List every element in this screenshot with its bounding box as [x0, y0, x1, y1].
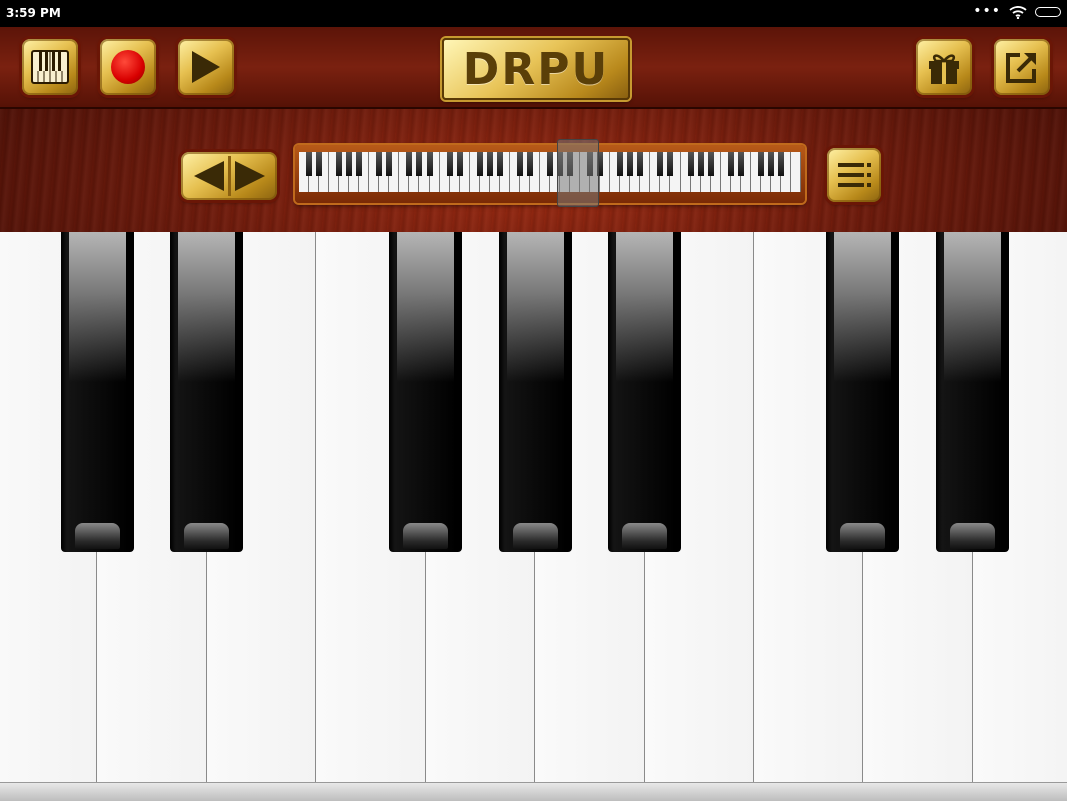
mini-black-key	[416, 152, 423, 176]
mini-black-key	[446, 152, 453, 176]
black-key[interactable]	[608, 232, 681, 552]
mini-black-key	[737, 152, 744, 176]
range-selector-handle[interactable]	[557, 139, 599, 207]
mini-black-key	[687, 152, 694, 176]
black-key[interactable]	[499, 232, 572, 552]
play-button[interactable]	[178, 39, 234, 95]
mini-black-key	[637, 152, 644, 176]
mini-black-key	[356, 152, 363, 176]
arrow-right-icon[interactable]	[231, 159, 271, 193]
battery-icon	[1035, 7, 1061, 17]
mini-black-key	[657, 152, 664, 176]
mini-black-key	[426, 152, 433, 176]
black-key[interactable]	[61, 232, 134, 552]
mini-black-key	[336, 152, 343, 176]
mini-black-key	[456, 152, 463, 176]
black-key[interactable]	[389, 232, 462, 552]
play-icon	[192, 51, 220, 83]
mini-black-key	[346, 152, 353, 176]
mini-black-key	[496, 152, 503, 176]
mini-black-key	[486, 152, 493, 176]
mini-black-key	[316, 152, 323, 176]
record-button[interactable]	[100, 39, 156, 95]
status-bar: 3:59 PM •••	[0, 0, 1067, 27]
arrow-left-icon[interactable]	[188, 159, 228, 193]
mini-black-key	[476, 152, 483, 176]
mini-black-key	[516, 152, 523, 176]
menu-button[interactable]	[827, 148, 881, 202]
top-toolbar: DRPU	[0, 27, 1067, 109]
mini-black-key	[667, 152, 674, 176]
black-key[interactable]	[826, 232, 899, 552]
mini-keyboard-keys	[299, 152, 801, 192]
black-key[interactable]	[936, 232, 1009, 552]
mini-black-key	[767, 152, 774, 176]
app-logo: DRPU	[442, 38, 630, 100]
mini-black-key	[757, 152, 764, 176]
mini-black-key	[777, 152, 784, 176]
more-dots-icon: •••	[973, 3, 1001, 19]
mini-black-key	[617, 152, 624, 176]
record-icon	[111, 50, 145, 84]
status-icons: •••	[973, 3, 1061, 19]
mini-black-key	[376, 152, 383, 176]
share-export-icon	[1006, 53, 1036, 83]
mini-black-key	[707, 152, 714, 176]
keyboard-select-icon	[31, 50, 69, 84]
mini-black-key	[727, 152, 734, 176]
control-panel: DRPU	[0, 27, 1067, 232]
mini-black-key	[386, 152, 393, 176]
mini-black-key	[697, 152, 704, 176]
keyboard-bottom-rail	[0, 782, 1067, 801]
keyboard-select-button[interactable]	[22, 39, 78, 95]
mini-black-key	[627, 152, 634, 176]
status-time: 3:59 PM	[6, 6, 61, 20]
mini-black-key	[406, 152, 413, 176]
menu-list-icon	[838, 163, 871, 187]
mini-keyboard-navigator[interactable]	[295, 139, 805, 207]
black-key[interactable]	[170, 232, 243, 552]
mini-black-key	[526, 152, 533, 176]
mini-black-key	[547, 152, 553, 176]
gift-button[interactable]	[916, 39, 972, 95]
wifi-icon	[1009, 6, 1027, 19]
gift-icon	[929, 54, 959, 84]
mini-black-key	[306, 152, 313, 176]
piano-keyboard	[0, 232, 1067, 801]
share-export-button[interactable]	[994, 39, 1050, 95]
octave-shift-buttons[interactable]	[181, 152, 277, 200]
mini-white-key	[791, 152, 801, 192]
